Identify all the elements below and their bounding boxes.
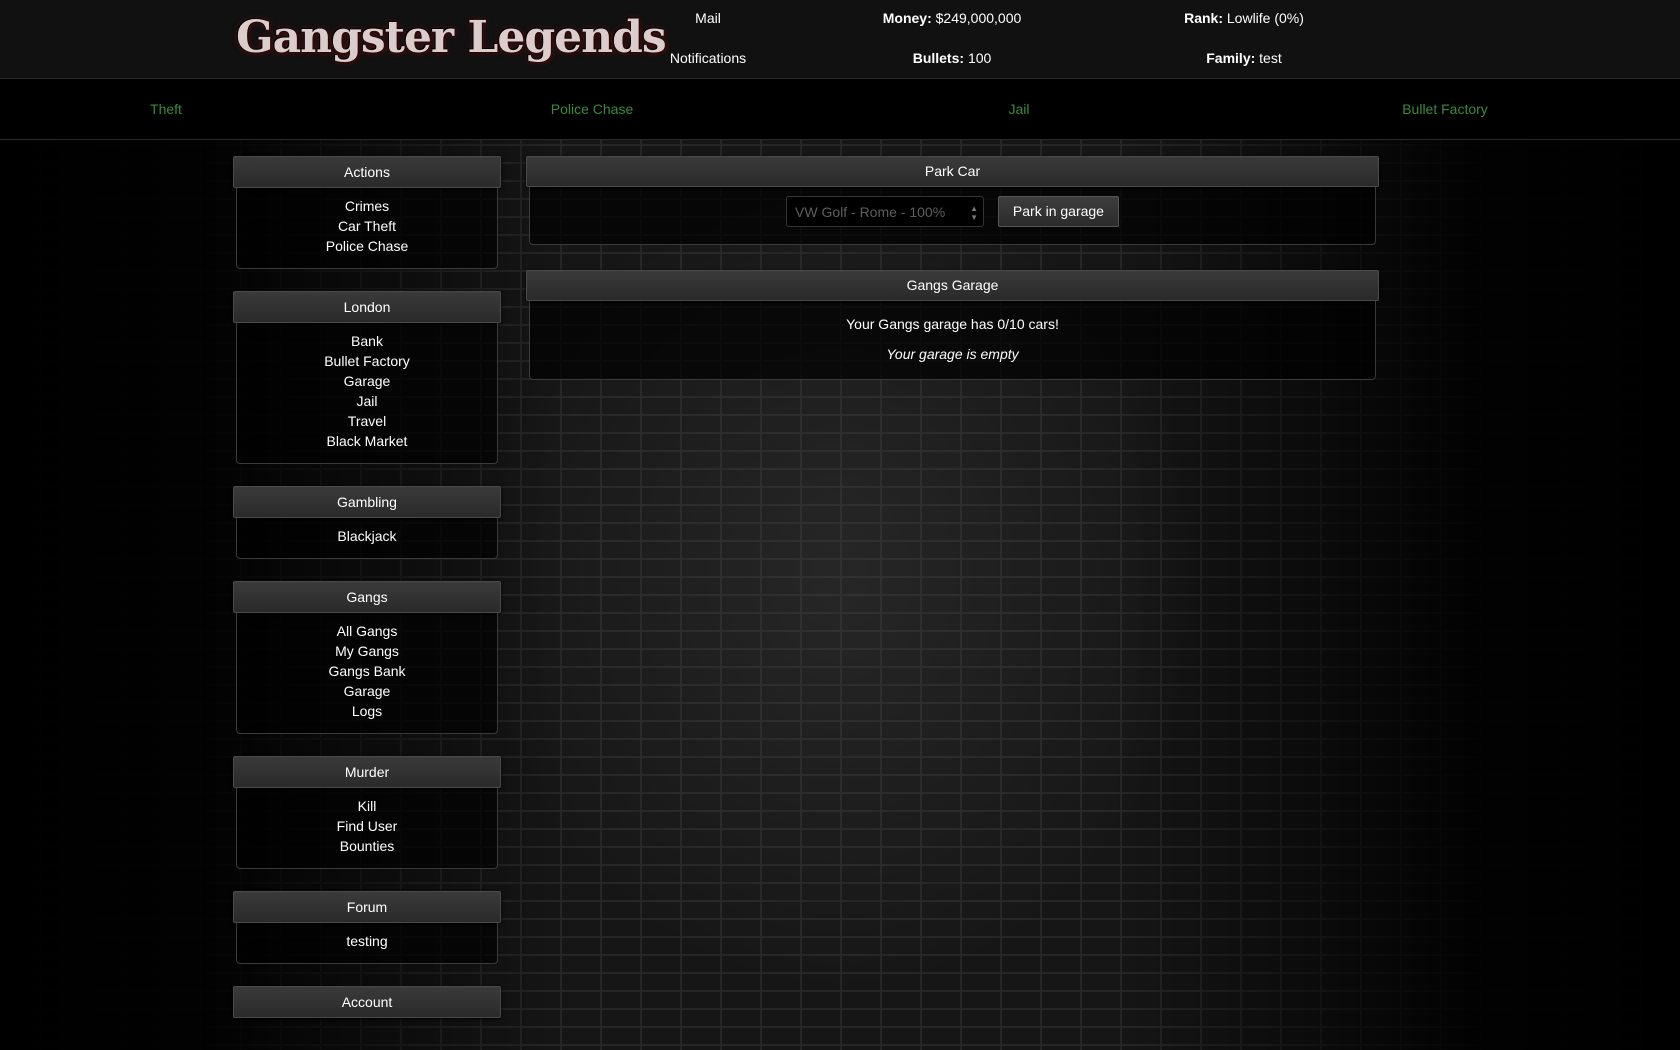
sidebar-section-actions: Actions Crimes Car Theft Police Chase xyxy=(233,156,501,269)
sidebar-item-all-gangs[interactable]: All Gangs xyxy=(237,621,497,641)
sidebar-section-title: Gambling xyxy=(233,486,501,518)
family-value[interactable]: test xyxy=(1259,50,1282,66)
money-value: $249,000,000 xyxy=(935,10,1022,26)
sidebar-item-testing[interactable]: testing xyxy=(237,931,497,951)
top-header: Gangster Legends Mail Notifications Mone… xyxy=(0,0,1680,79)
sidebar-section-title: Actions xyxy=(233,156,501,188)
sidebar-section-title: Gangs xyxy=(233,581,501,613)
car-select[interactable]: VW Golf - Rome - 100% ▲ ▼ xyxy=(786,196,985,227)
quick-nav-police-chase[interactable]: Police Chase xyxy=(551,101,634,117)
sidebar-item-travel[interactable]: Travel xyxy=(237,411,497,431)
garage-empty-text: Your garage is empty xyxy=(886,346,1019,362)
quick-nav-jail[interactable]: Jail xyxy=(1008,101,1029,117)
rank-label: Rank: xyxy=(1184,10,1223,26)
sidebar-section-gambling: Gambling Blackjack xyxy=(233,486,501,559)
sidebar-section-title: London xyxy=(233,291,501,323)
park-car-panel: Park Car VW Golf - Rome - 100% ▲ ▼ Park i… xyxy=(526,156,1379,245)
quick-nav-theft[interactable]: Theft xyxy=(150,101,182,117)
bullets-stat: Bullets: 100 xyxy=(913,50,992,66)
panel-title: Park Car xyxy=(526,156,1379,187)
money-label: Money: xyxy=(882,10,932,26)
bullets-value: 100 xyxy=(967,50,992,66)
sidebar: Actions Crimes Car Theft Police Chase Lo… xyxy=(233,156,501,1040)
park-in-garage-button[interactable]: Park in garage xyxy=(997,196,1119,227)
quick-nav: Theft Police Chase Jail Bullet Factory xyxy=(0,79,1680,140)
sidebar-section-title: Murder xyxy=(233,756,501,788)
sidebar-item-black-market[interactable]: Black Market xyxy=(237,431,497,451)
sidebar-section-title: Forum xyxy=(233,891,501,923)
sidebar-item-garage[interactable]: Garage xyxy=(237,371,497,391)
sidebar-section-forum: Forum testing xyxy=(233,891,501,964)
bullets-label: Bullets: xyxy=(912,50,965,66)
sidebar-section-london: London Bank Bullet Factory Garage Jail T… xyxy=(233,291,501,464)
sidebar-item-crimes[interactable]: Crimes xyxy=(237,196,497,216)
sidebar-section-gangs: Gangs All Gangs My Gangs Gangs Bank Gara… xyxy=(233,581,501,734)
sidebar-item-gangs-logs[interactable]: Logs xyxy=(237,701,497,721)
gangs-garage-panel: Gangs Garage Your Gangs garage has 0/10 … xyxy=(526,270,1379,380)
sidebar-item-find-user[interactable]: Find User xyxy=(237,816,497,836)
sidebar-item-bank[interactable]: Bank xyxy=(237,331,497,351)
rank-value: Lowlife (0%) xyxy=(1226,10,1304,26)
sidebar-item-blackjack[interactable]: Blackjack xyxy=(237,526,497,546)
mail-link[interactable]: Mail xyxy=(695,10,721,26)
sidebar-item-bounties[interactable]: Bounties xyxy=(237,836,497,856)
select-arrows-icon: ▲ ▼ xyxy=(970,204,979,222)
family-stat: Family: test xyxy=(1206,50,1281,66)
money-stat: Money: $249,000,000 xyxy=(883,10,1022,26)
sidebar-item-car-theft[interactable]: Car Theft xyxy=(237,216,497,236)
sidebar-item-kill[interactable]: Kill xyxy=(237,796,497,816)
quick-nav-bullet-factory[interactable]: Bullet Factory xyxy=(1402,101,1488,117)
logo[interactable]: Gangster Legends xyxy=(236,9,667,67)
sidebar-section-title: Account xyxy=(233,986,501,1018)
sidebar-item-bullet-factory[interactable]: Bullet Factory xyxy=(237,351,497,371)
sidebar-item-police-chase[interactable]: Police Chase xyxy=(237,236,497,256)
notifications-link[interactable]: Notifications xyxy=(670,50,746,66)
panel-title: Gangs Garage xyxy=(526,270,1379,301)
sidebar-item-my-gangs[interactable]: My Gangs xyxy=(237,641,497,661)
garage-capacity-text: Your Gangs garage has 0/10 cars! xyxy=(846,316,1059,332)
sidebar-item-gangs-bank[interactable]: Gangs Bank xyxy=(237,661,497,681)
sidebar-item-jail[interactable]: Jail xyxy=(237,391,497,411)
car-select-value: VW Golf - Rome - 100% xyxy=(795,204,946,220)
sidebar-item-gangs-garage[interactable]: Garage xyxy=(237,681,497,701)
sidebar-section-murder: Murder Kill Find User Bounties xyxy=(233,756,501,869)
sidebar-section-account: Account xyxy=(233,986,501,1018)
rank-stat: Rank: Lowlife (0%) xyxy=(1184,10,1304,26)
family-label: Family: xyxy=(1206,50,1256,66)
